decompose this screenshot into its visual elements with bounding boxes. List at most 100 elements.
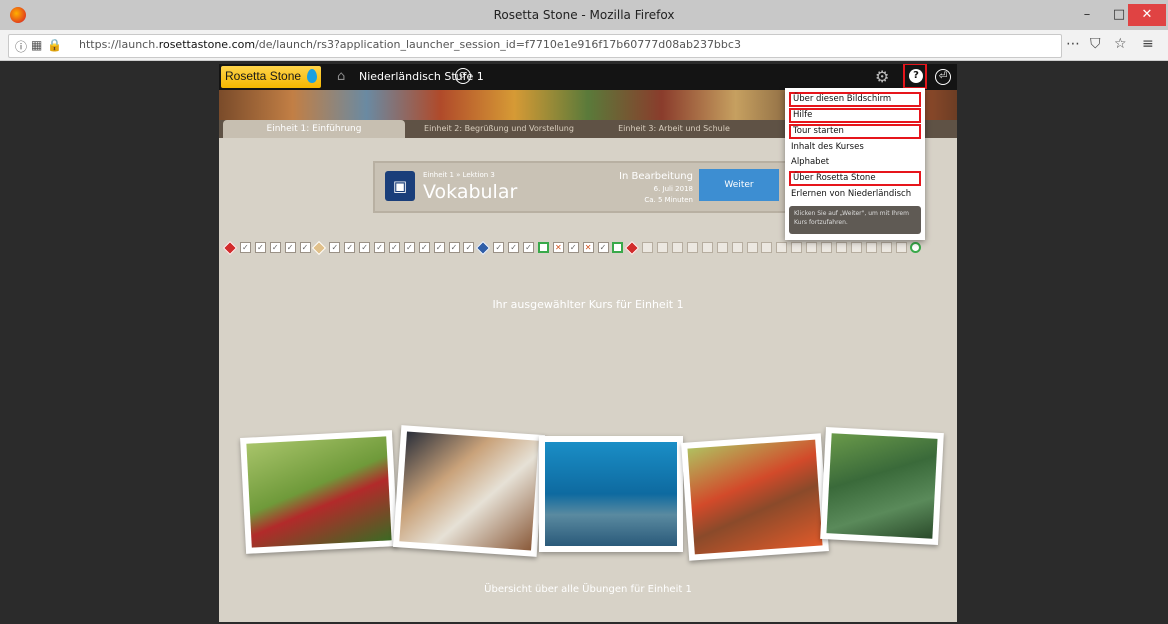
pending-activity[interactable] [686, 242, 698, 253]
vocabulary-icon: ▣ [385, 171, 415, 201]
pending-activity[interactable] [821, 242, 832, 253]
window-title: Rosetta Stone - Mozilla Firefox [493, 8, 675, 22]
course-photo-fish[interactable] [539, 436, 683, 552]
url-domain: rosettastone.com [158, 38, 256, 51]
home-icon[interactable]: ⌂ [337, 69, 345, 84]
logo-drop-icon [307, 69, 317, 83]
help-question-icon: ? [909, 69, 923, 83]
completed-activity[interactable]: ✓ [597, 242, 609, 253]
lesson-progress-track: ✓ ✓ ✓ ✓ ✓ ✓ ✓ ✓ ✓ ✓ ✓ ✓ ✓ ✓ ✓ ✓ ✓ ✓ ✕ ✓ ✕ ✓ [222, 240, 953, 256]
browser-navbar: ⓘ ▦ 🔒 https://launch.rosettastone.com/de… [0, 30, 1168, 61]
milestone-diamond-icon[interactable] [222, 240, 238, 256]
minimize-button[interactable]: – [1072, 4, 1102, 26]
url-prefix: https://launch. [79, 38, 159, 51]
window-titlebar: Rosetta Stone - Mozilla Firefox – □ ✕ [0, 0, 1168, 31]
lesson-duration: Ca. 5 Minuten [644, 196, 693, 204]
completed-activity[interactable]: ✓ [374, 242, 385, 253]
menu-item-about-rosetta[interactable]: Über Rosetta Stone [789, 171, 921, 186]
lesson-name: Vokabular [423, 181, 518, 203]
course-photo-boy[interactable] [240, 430, 398, 554]
pending-activity[interactable] [672, 242, 683, 253]
completed-activity[interactable]: ✓ [463, 242, 475, 253]
course-photo-students[interactable] [392, 425, 546, 557]
pending-activity[interactable] [731, 242, 743, 253]
continue-button[interactable]: Weiter [699, 169, 779, 201]
pending-activity[interactable] [657, 242, 669, 253]
incorrect-activity[interactable]: ✕ [582, 242, 594, 253]
course-photo-friends[interactable] [681, 433, 829, 561]
pending-activity[interactable] [880, 242, 892, 253]
completed-activity[interactable]: ✓ [403, 242, 415, 253]
unit-complete-icon[interactable] [910, 242, 922, 253]
menu-item-course-contents[interactable]: Inhalt des Kurses [789, 140, 921, 155]
help-tip: Klicken Sie auf „Weiter", um mit Ihrem K… [789, 206, 921, 234]
pending-activity[interactable] [716, 242, 728, 253]
help-button[interactable]: ? [903, 64, 927, 89]
course-photo-drink[interactable] [820, 426, 944, 546]
pending-activity[interactable] [865, 242, 877, 253]
tab-unit-2[interactable]: Einheit 2: Begrüßung und Vorstellung [419, 120, 579, 138]
completed-activity[interactable]: ✓ [239, 242, 251, 253]
address-bar[interactable]: ⓘ ▦ 🔒 https://launch.rosettastone.com/de… [8, 34, 1062, 58]
pending-activity[interactable] [850, 242, 862, 253]
milestone-diamond-icon[interactable] [312, 240, 327, 256]
lesson-status: In Bearbeitung [619, 171, 693, 182]
pending-activity[interactable] [746, 242, 758, 253]
completed-activity[interactable]: ✓ [388, 242, 400, 253]
page-info-icon[interactable]: ⓘ [15, 38, 27, 55]
tab-unit-1[interactable]: Einheit 1: Einführung [223, 120, 405, 138]
completed-activity[interactable]: ✓ [448, 242, 460, 253]
completed-activity[interactable]: ✓ [433, 242, 445, 253]
pending-activity[interactable] [776, 242, 788, 253]
menu-item-learning-dutch[interactable]: Erlernen von Niederländisch [789, 187, 921, 202]
gear-icon[interactable]: ⚙ [875, 67, 889, 86]
unit-overview-link[interactable]: Übersicht über alle Übungen für Einheit … [219, 584, 957, 595]
url-text[interactable]: https://launch.rosettastone.com/de/launc… [79, 38, 741, 51]
lock-icon[interactable]: 🔒 [47, 38, 62, 52]
pocket-icon[interactable]: ⛉ [1090, 36, 1101, 52]
app-topbar: Rosetta Stone ⌂ Niederländisch Stufe 1 ⟳… [219, 64, 957, 90]
completed-activity[interactable]: ✓ [493, 242, 505, 253]
menu-item-start-tour[interactable]: Tour starten [789, 124, 921, 139]
photo-image [399, 431, 539, 551]
pending-activity[interactable] [701, 242, 713, 253]
pending-activity[interactable] [895, 242, 907, 253]
photo-image [545, 442, 677, 546]
close-button[interactable]: ✕ [1128, 4, 1166, 26]
completed-activity[interactable]: ✓ [508, 242, 520, 253]
incorrect-activity[interactable]: ✕ [552, 242, 564, 253]
tab-unit-3[interactable]: Einheit 3: Arbeit und Schule [599, 120, 749, 138]
pending-activity[interactable] [835, 242, 847, 253]
milestone-diamond-icon[interactable] [476, 240, 491, 256]
photo-image [687, 439, 823, 555]
permissions-icon[interactable]: ▦ [31, 38, 42, 52]
hamburger-menu-icon[interactable]: ≡ [1142, 36, 1154, 52]
completed-activity[interactable]: ✓ [418, 242, 430, 253]
completed-activity[interactable]: ✓ [284, 242, 296, 253]
completed-activity[interactable]: ✓ [567, 242, 579, 253]
milestone-diamond-icon[interactable] [625, 240, 640, 256]
menu-item-alphabet[interactable]: Alphabet [789, 155, 921, 170]
url-path: /de/launch/rs3?application_launcher_sess… [255, 38, 741, 51]
pending-activity[interactable] [806, 242, 818, 253]
menu-item-help[interactable]: Hilfe [789, 108, 921, 123]
rosetta-stone-logo[interactable]: Rosetta Stone [221, 66, 321, 88]
pending-activity[interactable] [642, 242, 654, 253]
pending-activity[interactable] [791, 242, 803, 253]
current-activity[interactable] [612, 242, 624, 253]
exit-icon[interactable]: ⏎ [935, 69, 951, 85]
completed-activity[interactable]: ✓ [344, 242, 356, 253]
course-switch-icon[interactable]: ⟳ [455, 68, 471, 84]
lesson-card[interactable]: ▣ Einheit 1 » Lektion 3 Vokabular In Bea… [373, 161, 797, 213]
pending-activity[interactable] [761, 242, 773, 253]
completed-activity[interactable]: ✓ [254, 242, 266, 253]
completed-activity[interactable]: ✓ [269, 242, 281, 253]
completed-activity[interactable]: ✓ [359, 242, 371, 253]
bookmark-star-icon[interactable]: ☆ [1114, 36, 1127, 52]
completed-activity[interactable]: ✓ [299, 242, 311, 253]
page-actions-icon[interactable]: ⋯ [1066, 36, 1080, 52]
menu-item-about-screen[interactable]: Über diesen Bildschirm [789, 92, 921, 107]
completed-activity[interactable]: ✓ [329, 242, 341, 253]
completed-activity[interactable]: ✓ [523, 242, 534, 253]
current-activity[interactable] [537, 242, 549, 253]
